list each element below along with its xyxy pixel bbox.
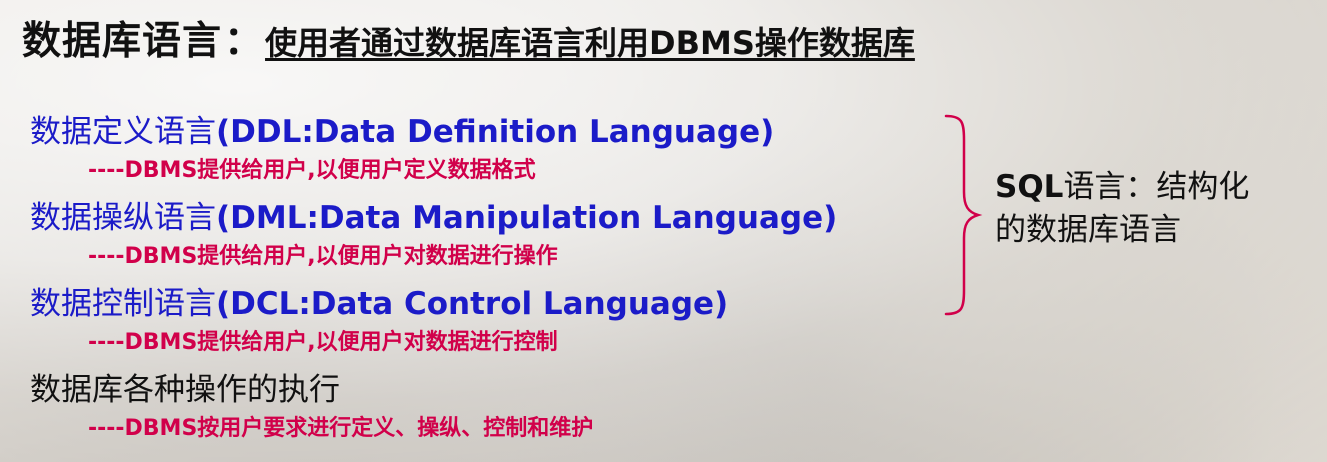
sql-note-line1-rest: 语言：结构化 [1063, 169, 1250, 205]
sql-note: SQL语言：结构化 的数据库语言 [995, 166, 1249, 252]
sql-note-line1: SQL语言：结构化 [995, 166, 1249, 209]
language-dcl-desc: ----DBMS提供给用户,以便用户对数据进行控制 [88, 330, 558, 355]
sql-note-line2: 的数据库语言 [995, 211, 1181, 248]
slide-title: 数据库语言 ： 使用者通过数据库语言利用DBMS操作数据库 [22, 10, 915, 66]
language-ddl-cn: 数据定义语言 [30, 114, 216, 150]
title-separator: ： [224, 19, 264, 64]
right-brace-icon [944, 114, 983, 316]
execution-desc: ----DBMS按用户要求进行定义、操纵、控制和维护 [88, 416, 594, 441]
slide: 数据库语言 ： 使用者通过数据库语言利用DBMS操作数据库 数据定义语言(DDL… [0, 0, 1327, 462]
language-dcl-en: (DCL:Data Control Language) [216, 286, 729, 322]
execution-text: 数据库各种操作的执行 [30, 372, 340, 408]
language-dcl: 数据控制语言(DCL:Data Control Language) [30, 278, 728, 323]
language-dml-desc: ----DBMS提供给用户,以便用户对数据进行操作 [88, 244, 558, 269]
language-ddl: 数据定义语言(DDL:Data Definition Language) [30, 106, 774, 151]
language-dml: 数据操纵语言(DML:Data Manipulation Language) [30, 192, 837, 237]
title-subtitle: 使用者通过数据库语言利用DBMS操作数据库 [265, 24, 915, 62]
language-ddl-en: (DDL:Data Definition Language) [216, 114, 775, 150]
language-dcl-cn: 数据控制语言 [30, 286, 216, 322]
language-ddl-desc: ----DBMS提供给用户,以便用户定义数据格式 [88, 158, 536, 183]
title-main: 数据库语言 [22, 19, 223, 64]
sql-note-prefix: SQL [995, 169, 1064, 205]
language-dml-cn: 数据操纵语言 [30, 200, 216, 236]
language-dml-en: (DML:Data Manipulation Language) [216, 200, 838, 236]
